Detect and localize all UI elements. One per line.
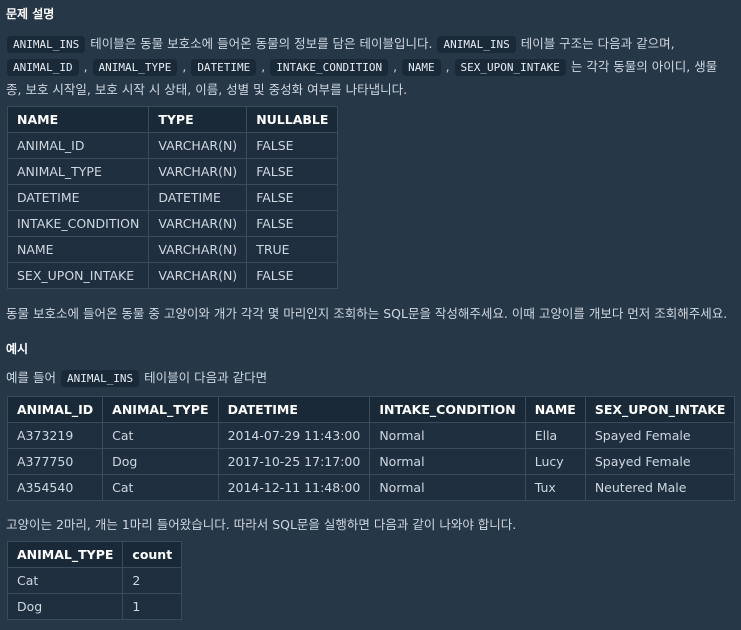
table-cell: 2 (122, 567, 183, 594)
table-cell: Normal (369, 474, 526, 501)
table-cell: VARCHAR(N) (148, 262, 248, 289)
table-cell: Cat (6, 567, 124, 594)
table-cell: 2014-12-11 11:48:00 (217, 474, 371, 501)
code-animal-type: ANIMAL_TYPE (92, 59, 178, 76)
table-cell: 2014-07-29 11:43:00 (217, 422, 371, 449)
table-cell: ANIMAL_TYPE (6, 158, 150, 185)
table-cell: DATETIME (6, 184, 150, 211)
table-cell: 1 (122, 593, 183, 620)
result-table: ANIMAL_TYPE count Cat 2 Dog 1 (6, 541, 183, 620)
table-row: A354540 Cat 2014-12-11 11:48:00 Normal T… (6, 474, 736, 501)
table-row: NAME VARCHAR(N) TRUE (6, 236, 339, 263)
table-cell: Tux (524, 474, 586, 501)
table-row: Dog 1 (6, 593, 183, 620)
example-header-cell: INTAKE_CONDITION (369, 396, 526, 423)
table-cell: Normal (369, 448, 526, 475)
desc-text-1: 테이블은 동물 보호소에 들어온 동물의 정보를 담은 테이블입니다. (86, 36, 437, 51)
table-cell: 2017-10-25 17:17:00 (217, 448, 371, 475)
table-cell: Spayed Female (584, 422, 736, 449)
table-cell: VARCHAR(N) (148, 132, 248, 159)
desc-text-2: 테이블 구조는 다음과 같으며, (516, 36, 675, 51)
table-row: INTAKE_CONDITION VARCHAR(N) FALSE (6, 210, 339, 237)
table-cell: Cat (102, 474, 219, 501)
table-cell: FALSE (246, 210, 339, 237)
table-cell: ANIMAL_ID (6, 132, 150, 159)
table-cell: A373219 (6, 422, 104, 449)
table-cell: Cat (102, 422, 219, 449)
table-cell: FALSE (246, 262, 339, 289)
example-header-cell: ANIMAL_ID (6, 396, 104, 423)
code-intake-condition: INTAKE_CONDITION (270, 59, 389, 76)
result-text: 고양이는 2마리, 개는 1마리 들어왔습니다. 따라서 SQL문을 실행하면 … (6, 517, 517, 532)
table-cell: A354540 (6, 474, 104, 501)
table-cell: DATETIME (148, 184, 248, 211)
task-text: 동물 보호소에 들어온 동물 중 고양이와 개가 각각 몇 마리인지 조회하는 … (6, 306, 728, 321)
table-row: ANIMAL_TYPE VARCHAR(N) FALSE (6, 158, 339, 185)
example-intro-pre: 예를 들어 (6, 370, 60, 385)
table-cell: Dog (102, 448, 219, 475)
table-row: A373219 Cat 2014-07-29 11:43:00 Normal E… (6, 422, 736, 449)
table-cell: FALSE (246, 132, 339, 159)
table-row: Cat 2 (6, 567, 183, 594)
result-header-cell: count (122, 541, 183, 568)
code-animal-ins: ANIMAL_INS (7, 36, 86, 53)
table-cell: Ella (524, 422, 586, 449)
table-row: DATETIME DATETIME FALSE (6, 184, 339, 211)
description-paragraph: ANIMAL_INS 테이블은 동물 보호소에 들어온 동물의 정보를 담은 테… (6, 36, 718, 97)
table-cell: Lucy (524, 448, 586, 475)
table-cell: NAME (6, 236, 150, 263)
table-cell: VARCHAR(N) (148, 158, 248, 185)
code-sex-upon-intake: SEX_UPON_INTAKE (454, 59, 566, 76)
schema-header-row: NAME TYPE NULLABLE (6, 106, 339, 133)
table-row: ANIMAL_ID VARCHAR(N) FALSE (6, 132, 339, 159)
code-animal-ins-2: ANIMAL_INS (437, 36, 516, 53)
code-animal-id: ANIMAL_ID (7, 59, 79, 76)
example-intro: 예를 들어 ANIMAL_INS 테이블이 다음과 같다면 (6, 367, 268, 387)
schema-header-cell: NAME (6, 106, 150, 133)
table-cell: A377750 (6, 448, 104, 475)
table-cell: Neutered Male (584, 474, 736, 501)
result-header-row: ANIMAL_TYPE count (6, 541, 183, 568)
code-datetime: DATETIME (191, 59, 257, 76)
table-cell: VARCHAR(N) (148, 236, 248, 263)
table-cell: FALSE (246, 184, 339, 211)
table-cell: INTAKE_CONDITION (6, 210, 150, 237)
table-row: SEX_UPON_INTAKE VARCHAR(N) FALSE (6, 262, 339, 289)
table-cell: Normal (369, 422, 526, 449)
table-cell: TRUE (246, 236, 339, 263)
schema-table: NAME TYPE NULLABLE ANIMAL_ID VARCHAR(N) … (6, 106, 339, 289)
code-animal-ins-3: ANIMAL_INS (60, 370, 140, 387)
example-title: 예시 (6, 342, 29, 356)
example-header-row: ANIMAL_ID ANIMAL_TYPE DATETIME INTAKE_CO… (6, 396, 736, 423)
table-row: A377750 Dog 2017-10-25 17:17:00 Normal L… (6, 448, 736, 475)
table-cell: FALSE (246, 158, 339, 185)
example-table: ANIMAL_ID ANIMAL_TYPE DATETIME INTAKE_CO… (6, 396, 736, 501)
example-header-cell: NAME (524, 396, 586, 423)
example-header-cell: ANIMAL_TYPE (102, 396, 219, 423)
table-cell: VARCHAR(N) (148, 210, 248, 237)
table-cell: Spayed Female (584, 448, 736, 475)
schema-header-cell: NULLABLE (246, 106, 339, 133)
table-cell: Dog (6, 593, 124, 620)
example-header-cell: SEX_UPON_INTAKE (584, 396, 736, 423)
example-header-cell: DATETIME (217, 396, 371, 423)
example-intro-post: 테이블이 다음과 같다면 (140, 370, 268, 385)
result-header-cell: ANIMAL_TYPE (6, 541, 124, 568)
section-title: 문제 설명 (6, 7, 55, 21)
code-name: NAME (402, 59, 441, 76)
schema-header-cell: TYPE (148, 106, 248, 133)
table-cell: SEX_UPON_INTAKE (6, 262, 150, 289)
